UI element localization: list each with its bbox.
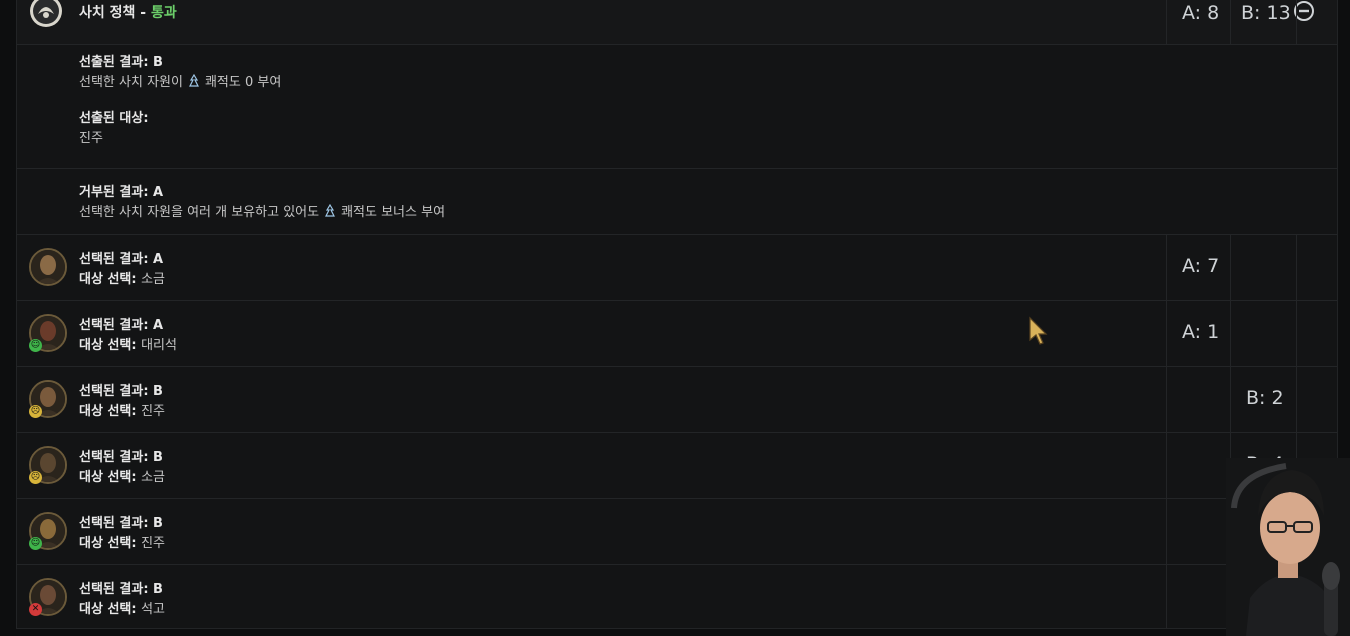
rejected-outcome-text-pre: 선택한 사치 자원을 여러 개 보유하고 있어도 bbox=[79, 205, 320, 220]
chosen-outcome-text: 선택한 사치 자원이 쾌적도 0 부여 bbox=[79, 71, 281, 90]
chosen-target-label: 선출된 대상: bbox=[79, 111, 149, 126]
vote-row: ✕선택된 결과: B대상 선택: 석고B bbox=[17, 565, 1337, 628]
vote-count-a: A: 7 bbox=[1182, 255, 1220, 277]
chosen-outcome-text-pre: 선택한 사치 자원이 bbox=[79, 75, 183, 90]
tally-b: B: 13 bbox=[1241, 2, 1291, 24]
column-divider bbox=[1166, 0, 1167, 44]
mood-angry-icon: ✕ bbox=[29, 603, 42, 616]
tally-a: A: 8 bbox=[1182, 2, 1220, 24]
vote-row: ☺ 선택된 결과: A 대상 선택: 대리석 A: 1 bbox=[17, 301, 1337, 367]
rejected-outcome-text: 선택한 사치 자원을 여러 개 보유하고 있어도 쾌적도 보너스 부여 bbox=[79, 201, 445, 220]
streamer-webcam bbox=[1226, 458, 1350, 636]
target-value: 소금 bbox=[141, 470, 166, 485]
selected-target: 대상 선택: 석고 bbox=[79, 598, 165, 617]
vote-count-a: A: 1 bbox=[1182, 321, 1220, 343]
selected-outcome: 선택된 결과: A bbox=[79, 252, 164, 267]
column-divider bbox=[1296, 0, 1297, 44]
target-value: 석고 bbox=[141, 602, 166, 617]
selected-target: 대상 선택: 대리석 bbox=[79, 334, 177, 353]
column-divider bbox=[1230, 0, 1231, 44]
chosen-outcome-section: 선출된 결과: B 선택한 사치 자원이 쾌적도 0 부여 선출된 대상: 진주 bbox=[17, 45, 1337, 169]
leader-portrait-avatar[interactable] bbox=[29, 248, 67, 286]
selected-target: 대상 선택: 소금 bbox=[79, 466, 165, 485]
selected-outcome: 선택된 결과: B bbox=[79, 384, 163, 399]
target-value: 대리석 bbox=[141, 338, 177, 353]
vote-row: ☺선택된 결과: B대상 선택: 진주B: 3 bbox=[17, 499, 1337, 565]
policy-header: 사치 정책 - 통과 A: 8 B: 13 bbox=[17, 0, 1337, 45]
target-value: 소금 bbox=[141, 272, 166, 287]
congress-results-panel: 사치 정책 - 통과 A: 8 B: 13 선출된 결과: B 선택한 사치 자… bbox=[16, 0, 1338, 629]
selected-target: 대상 선택: 소금 bbox=[79, 268, 165, 287]
mood-neutral-icon: ☹ bbox=[29, 471, 42, 484]
selected-outcome: 선택된 결과: B bbox=[79, 516, 163, 531]
column-divider bbox=[1166, 235, 1167, 628]
vote-row: ☹선택된 결과: B대상 선택: 소금B: 4 bbox=[17, 433, 1337, 499]
chosen-target-value: 진주 bbox=[79, 131, 103, 146]
rejected-outcome-text-post: 쾌적도 보너스 부여 bbox=[341, 205, 446, 220]
target-prefix: 대상 선택: bbox=[79, 404, 142, 419]
selected-outcome: 선택된 결과: B bbox=[79, 582, 163, 597]
target-prefix: 대상 선택: bbox=[79, 338, 142, 353]
mood-neutral-icon: ☹ bbox=[29, 405, 42, 418]
policy-title: 사치 정책 - 통과 bbox=[79, 2, 177, 22]
policy-name: 사치 정책 - bbox=[79, 5, 151, 21]
policy-status: 통과 bbox=[150, 5, 177, 21]
selected-target: 대상 선택: 진주 bbox=[79, 400, 165, 419]
rejected-outcome-section: 거부된 결과: A 선택한 사치 자원을 여러 개 보유하고 있어도 쾌적도 보너… bbox=[17, 169, 1337, 235]
target-prefix: 대상 선택: bbox=[79, 602, 142, 617]
selected-outcome: 선택된 결과: A bbox=[79, 318, 164, 333]
amenities-icon bbox=[325, 204, 336, 217]
mood-happy-icon: ☺ bbox=[29, 537, 42, 550]
target-prefix: 대상 선택: bbox=[79, 272, 142, 287]
rejected-outcome-label: 거부된 결과: A bbox=[79, 185, 164, 200]
vote-count-b: B: 2 bbox=[1246, 387, 1284, 409]
chosen-outcome-label: 선출된 결과: B bbox=[79, 55, 163, 70]
target-value: 진주 bbox=[141, 536, 166, 551]
vote-row: 선택된 결과: A 대상 선택: 소금 A: 7 bbox=[17, 235, 1337, 301]
chosen-outcome-text-post: 쾌적도 0 부여 bbox=[204, 75, 282, 90]
selected-outcome: 선택된 결과: B bbox=[79, 450, 163, 465]
mouse-cursor-icon bbox=[1029, 316, 1048, 345]
target-value: 진주 bbox=[141, 404, 166, 419]
target-prefix: 대상 선택: bbox=[79, 536, 142, 551]
mood-happy-icon: ☺ bbox=[29, 339, 42, 352]
vote-row: ☹ 선택된 결과: B 대상 선택: 진주 B: 2 bbox=[17, 367, 1337, 433]
target-prefix: 대상 선택: bbox=[79, 470, 142, 485]
selected-target: 대상 선택: 진주 bbox=[79, 532, 165, 551]
amenities-icon bbox=[188, 74, 199, 87]
world-congress-emblem-icon bbox=[30, 0, 62, 27]
